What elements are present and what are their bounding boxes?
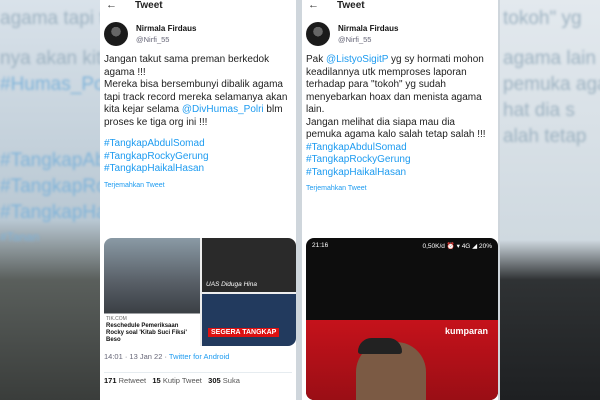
- person-cap: [358, 338, 402, 354]
- bg-fragment: #Humas_Poli: [0, 74, 113, 95]
- bg-fragment: pemuka agama: [503, 74, 600, 95]
- phone-status-icons: 0,50K/d ⏰ ▾ 4G ◢ 20%: [422, 243, 492, 250]
- retweet-count[interactable]: 171: [104, 376, 117, 385]
- hashtag-link[interactable]: #TangkapAbdulSomad: [104, 138, 290, 151]
- media-caption: TIK.COM Reschedule Pemeriksaan Rocky soa…: [104, 314, 200, 346]
- like-label[interactable]: Suka: [223, 376, 240, 385]
- back-arrow-icon[interactable]: ←: [308, 0, 319, 11]
- back-arrow-icon[interactable]: ←: [106, 0, 117, 11]
- tweet-timestamp: 14:01 · 13 Jan 22 ·: [104, 352, 169, 361]
- hashtag-link[interactable]: #TangkapHaikalHasan: [104, 163, 290, 176]
- media-image-uas[interactable]: UAS Diduga Hina: [202, 238, 296, 292]
- bg-fragment: #Tanan: [0, 230, 40, 244]
- tweet-header: ← Tweet: [100, 0, 296, 11]
- tweet-card-1: ← Tweet Nirmala Firdaus @Nirfi_55 Jangan…: [100, 0, 296, 400]
- user-handle[interactable]: @Nirfi_55: [136, 35, 196, 44]
- media-caption-2: UAS Diduga Hina: [206, 281, 257, 288]
- hashtag-link[interactable]: #TangkapRockyGerung: [306, 154, 492, 167]
- quote-label[interactable]: Kutip Tweet: [163, 376, 202, 385]
- tweet-stats: 171 Retweet 15 Kutip Tweet 305 Suka: [104, 372, 292, 385]
- header-title: Tweet: [337, 0, 365, 11]
- media-image-tangkap[interactable]: SEGERA TANGKAP: [202, 294, 296, 346]
- mention-link[interactable]: @DivHumas_Polri: [182, 104, 264, 115]
- avatar[interactable]: [104, 22, 128, 46]
- user-name[interactable]: Nirmala Firdaus: [136, 24, 196, 33]
- translate-link[interactable]: Terjemahkan Tweet: [306, 185, 498, 192]
- tweet-author[interactable]: Nirmala Firdaus @Nirfi_55: [306, 22, 498, 46]
- bg-fragment: nya akan kita: [0, 48, 112, 69]
- media-headline: Reschedule Pemeriksaan Rocky soal 'Kitab…: [106, 323, 187, 343]
- tweet-body: Jangan takut sama preman berkedok agama …: [100, 46, 296, 176]
- bg-fragment: hat dia s: [503, 100, 575, 121]
- user-handle[interactable]: @Nirfi_55: [338, 35, 398, 44]
- tweet-media[interactable]: TIK.COM Reschedule Pemeriksaan Rocky soa…: [104, 238, 296, 346]
- background-blur: agama tapi track nya akan kita #Humas_Po…: [0, 0, 600, 400]
- tweet-meta: 14:01 · 13 Jan 22 · Twitter for Android: [104, 352, 229, 361]
- tweet-source-link[interactable]: Twitter for Android: [169, 352, 229, 361]
- tweet-text: Pak: [306, 54, 327, 65]
- bg-fragment: tokoh" yg: [503, 8, 582, 29]
- bg-fragment: alah tetap: [503, 126, 587, 147]
- media-caption-3: SEGERA TANGKAP: [208, 328, 280, 337]
- retweet-label[interactable]: Retweet: [119, 376, 147, 385]
- tweet-author[interactable]: Nirmala Firdaus @Nirfi_55: [104, 22, 296, 46]
- translate-link[interactable]: Terjemahkan Tweet: [104, 182, 296, 189]
- phone-time: 21:16: [312, 242, 329, 249]
- hashtag-link[interactable]: #TangkapHaikalHasan: [306, 167, 492, 180]
- avatar[interactable]: [306, 22, 330, 46]
- media-site: TIK.COM: [106, 316, 127, 322]
- tweet-text-line2: Jangan melihat dia siapa mau dia pemuka …: [306, 116, 486, 141]
- hashtag-link[interactable]: #TangkapAbdulSomad: [306, 142, 492, 155]
- news-brand-logo: kumparan: [444, 326, 488, 336]
- quote-count[interactable]: 15: [152, 376, 160, 385]
- tweet-card-2: ← Tweet Nirmala Firdaus @Nirfi_55 Pak @L…: [302, 0, 498, 400]
- mention-link[interactable]: @ListyoSigitP: [326, 54, 388, 65]
- hashtag-link[interactable]: #TangkapRockyGerung: [104, 151, 290, 164]
- user-name[interactable]: Nirmala Firdaus: [338, 24, 398, 33]
- tweet-body: Pak @ListyoSigitP yg sy hormati mohon ke…: [302, 46, 498, 179]
- header-title: Tweet: [135, 0, 163, 11]
- like-count[interactable]: 305: [208, 376, 221, 385]
- phone-status-bar: 21:16 0,50K/d ⏰ ▾ 4G ◢ 20%: [306, 238, 498, 254]
- tweet-text-line1: Jangan takut sama preman berkedok agama …: [104, 54, 270, 78]
- tweet-header: ← Tweet: [302, 0, 498, 11]
- bg-fragment: agama lain: [503, 48, 596, 69]
- tweet-media-screenshot[interactable]: 21:16 0,50K/d ⏰ ▾ 4G ◢ 20% kumparan: [306, 238, 498, 400]
